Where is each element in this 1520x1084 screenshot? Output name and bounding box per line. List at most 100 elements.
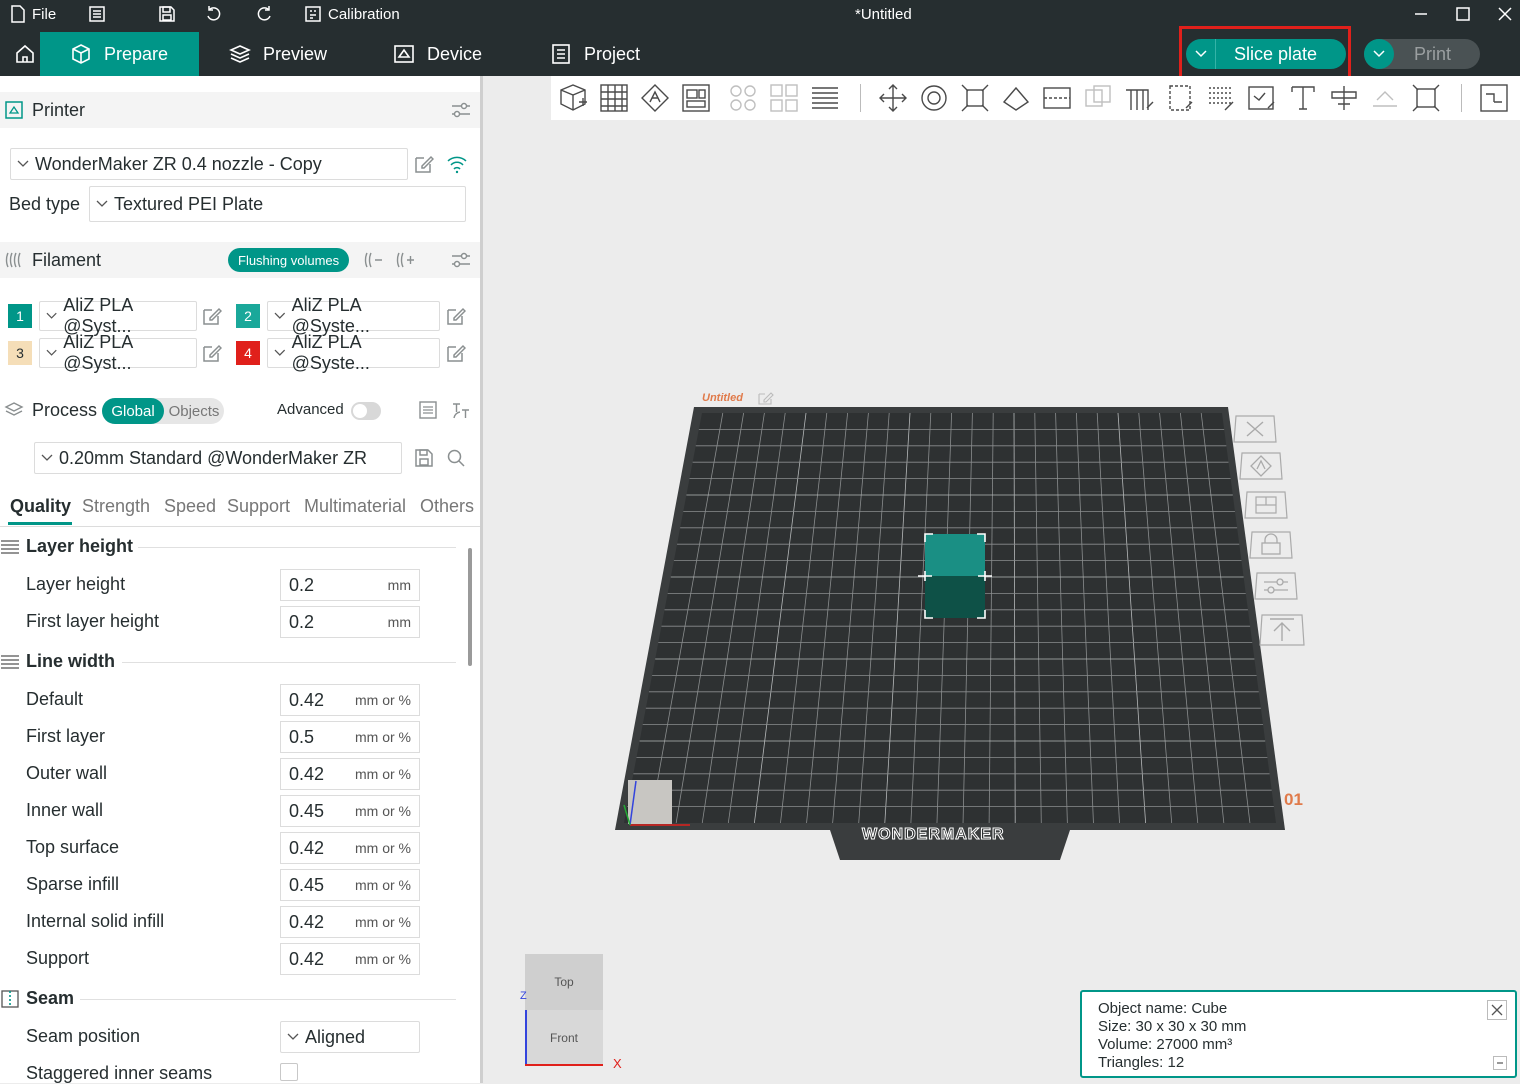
- edit-plate-name-icon[interactable]: [758, 391, 774, 405]
- undo-button[interactable]: [205, 0, 223, 28]
- add-filament-icon[interactable]: [394, 250, 416, 270]
- tab-prepare[interactable]: Prepare: [40, 32, 199, 76]
- fit-view-icon[interactable]: [1410, 82, 1442, 114]
- measure-icon[interactable]: [1328, 82, 1360, 114]
- lock-plate-button[interactable]: [1248, 530, 1294, 560]
- tab-device[interactable]: Device: [363, 32, 512, 76]
- close-window-button[interactable]: [1497, 0, 1513, 28]
- assembly-icon[interactable]: [1369, 82, 1401, 114]
- seam-position-select[interactable]: Aligned: [280, 1021, 420, 1053]
- subtab-multimaterial[interactable]: Multimaterial: [304, 496, 406, 517]
- move-icon[interactable]: [877, 82, 909, 114]
- scale-icon[interactable]: [959, 82, 991, 114]
- tab-preview[interactable]: Preview: [199, 32, 357, 76]
- bed-type-select[interactable]: Textured PEI Plate: [89, 186, 466, 222]
- compare-icon[interactable]: [450, 400, 472, 422]
- grid-plate-icon[interactable]: [598, 82, 630, 114]
- default-width-input[interactable]: 0.42 mm or %: [280, 684, 420, 716]
- first-layer-height-input[interactable]: 0.2 mm: [280, 606, 420, 638]
- settings-scrollbar[interactable]: [468, 548, 472, 666]
- plate-name-label[interactable]: Untitled: [702, 392, 743, 404]
- calibration-menu[interactable]: Calibration: [304, 0, 400, 28]
- arrange-plate-button[interactable]: [1243, 490, 1289, 520]
- remove-filament-icon[interactable]: [362, 250, 384, 270]
- subtab-others[interactable]: Others: [420, 496, 474, 517]
- edit-icon: [415, 155, 435, 173]
- objects-option[interactable]: Objects: [164, 398, 224, 424]
- maximize-button[interactable]: [1455, 0, 1471, 28]
- arrange-icon[interactable]: [680, 82, 712, 114]
- save-button[interactable]: [158, 0, 176, 28]
- slice-plate-button[interactable]: Slice plate: [1186, 39, 1346, 69]
- layers-editing-icon[interactable]: [809, 82, 841, 114]
- filament-slot-1-select[interactable]: AliZ PLA @Syst...: [39, 295, 197, 336]
- outer-wall-width-input[interactable]: 0.42 mm or %: [280, 758, 420, 790]
- tab-project[interactable]: Project: [520, 32, 670, 76]
- printer-select[interactable]: WonderMaker ZR 0.4 nozzle - Copy: [10, 148, 408, 180]
- cut-icon[interactable]: [1041, 82, 1073, 114]
- view-cube[interactable]: Top Front: [525, 954, 603, 1066]
- save-preset-button[interactable]: [414, 448, 436, 470]
- subtab-speed[interactable]: Speed: [164, 496, 216, 517]
- inner-wall-width-input[interactable]: 0.45 mm or %: [280, 795, 420, 827]
- edit-filament-1-button[interactable]: [202, 306, 224, 328]
- filament-slot-4-select[interactable]: AliZ PLA @Syste...: [267, 332, 440, 373]
- filament-slot-3-select[interactable]: AliZ PLA @Syst...: [39, 332, 197, 373]
- staggered-seams-checkbox[interactable]: [280, 1063, 298, 1081]
- color-paint-icon[interactable]: [1246, 82, 1278, 114]
- edit-filament-4-button[interactable]: [446, 343, 468, 365]
- menu-button[interactable]: [88, 0, 106, 28]
- collapse-info-button[interactable]: [1493, 1056, 1507, 1070]
- edit-printer-button[interactable]: [414, 154, 436, 176]
- list-icon[interactable]: [418, 400, 438, 420]
- sliders-icon[interactable]: [450, 100, 472, 120]
- add-object-icon[interactable]: [557, 82, 589, 114]
- support-paint-icon[interactable]: [1123, 82, 1155, 114]
- subtab-quality[interactable]: Quality: [10, 496, 71, 517]
- process-preset-select[interactable]: 0.20mm Standard @WonderMaker ZR: [34, 442, 402, 474]
- split-objects-icon[interactable]: [727, 82, 759, 114]
- delete-plate-button[interactable]: [1232, 414, 1278, 444]
- top-surface-width-input[interactable]: 0.42 mm or %: [280, 832, 420, 864]
- subtab-support[interactable]: Support: [227, 496, 290, 517]
- search-preset-button[interactable]: [446, 448, 468, 470]
- seam-paint-icon[interactable]: [1164, 82, 1196, 114]
- wifi-button[interactable]: [446, 154, 468, 176]
- close-info-button[interactable]: [1487, 1000, 1507, 1020]
- print-button[interactable]: Print: [1364, 39, 1480, 69]
- minimize-button[interactable]: [1413, 0, 1429, 28]
- rotate-icon[interactable]: [918, 82, 950, 114]
- first-layer-width-input[interactable]: 0.5 mm or %: [280, 721, 420, 753]
- plate-settings-button[interactable]: [1253, 571, 1299, 601]
- support-width-input[interactable]: 0.42 mm or %: [280, 943, 420, 975]
- lay-on-face-icon[interactable]: [1000, 82, 1032, 114]
- boolean-icon[interactable]: [1082, 82, 1114, 114]
- sparse-infill-width-input[interactable]: 0.45 mm or %: [280, 869, 420, 901]
- layer-height-input[interactable]: 0.2 mm: [280, 569, 420, 601]
- advanced-toggle[interactable]: [351, 402, 381, 420]
- view-cube-front[interactable]: Front: [525, 1010, 603, 1066]
- split-parts-icon[interactable]: [768, 82, 800, 114]
- sliders-icon[interactable]: [450, 250, 472, 270]
- explode-view-icon[interactable]: [1478, 82, 1510, 114]
- subtab-strength[interactable]: Strength: [82, 496, 150, 517]
- fuzzy-skin-icon[interactable]: [1205, 82, 1237, 114]
- build-plate[interactable]: [600, 385, 1320, 865]
- edit-filament-3-button[interactable]: [202, 343, 224, 365]
- orient-icon[interactable]: [639, 82, 671, 114]
- slice-dropdown-toggle[interactable]: [1186, 39, 1216, 69]
- text-tool-icon[interactable]: [1287, 82, 1319, 114]
- outer-wall-width-label: Outer wall: [26, 763, 108, 783]
- internal-solid-infill-width-input[interactable]: 0.42 mm or %: [280, 906, 420, 938]
- move-plate-up-button[interactable]: [1258, 613, 1306, 647]
- file-menu[interactable]: File: [10, 0, 56, 28]
- filament-slot-2-select[interactable]: AliZ PLA @Syste...: [267, 295, 440, 336]
- global-option[interactable]: Global: [102, 398, 164, 424]
- edit-filament-2-button[interactable]: [446, 306, 468, 328]
- flushing-volumes-button[interactable]: Flushing volumes: [228, 248, 350, 272]
- global-objects-toggle[interactable]: Global Objects: [102, 398, 224, 424]
- print-dropdown-toggle[interactable]: [1364, 39, 1394, 69]
- view-cube-top[interactable]: Top: [525, 954, 603, 1010]
- orient-plate-button[interactable]: [1238, 451, 1284, 481]
- redo-button[interactable]: [255, 0, 273, 28]
